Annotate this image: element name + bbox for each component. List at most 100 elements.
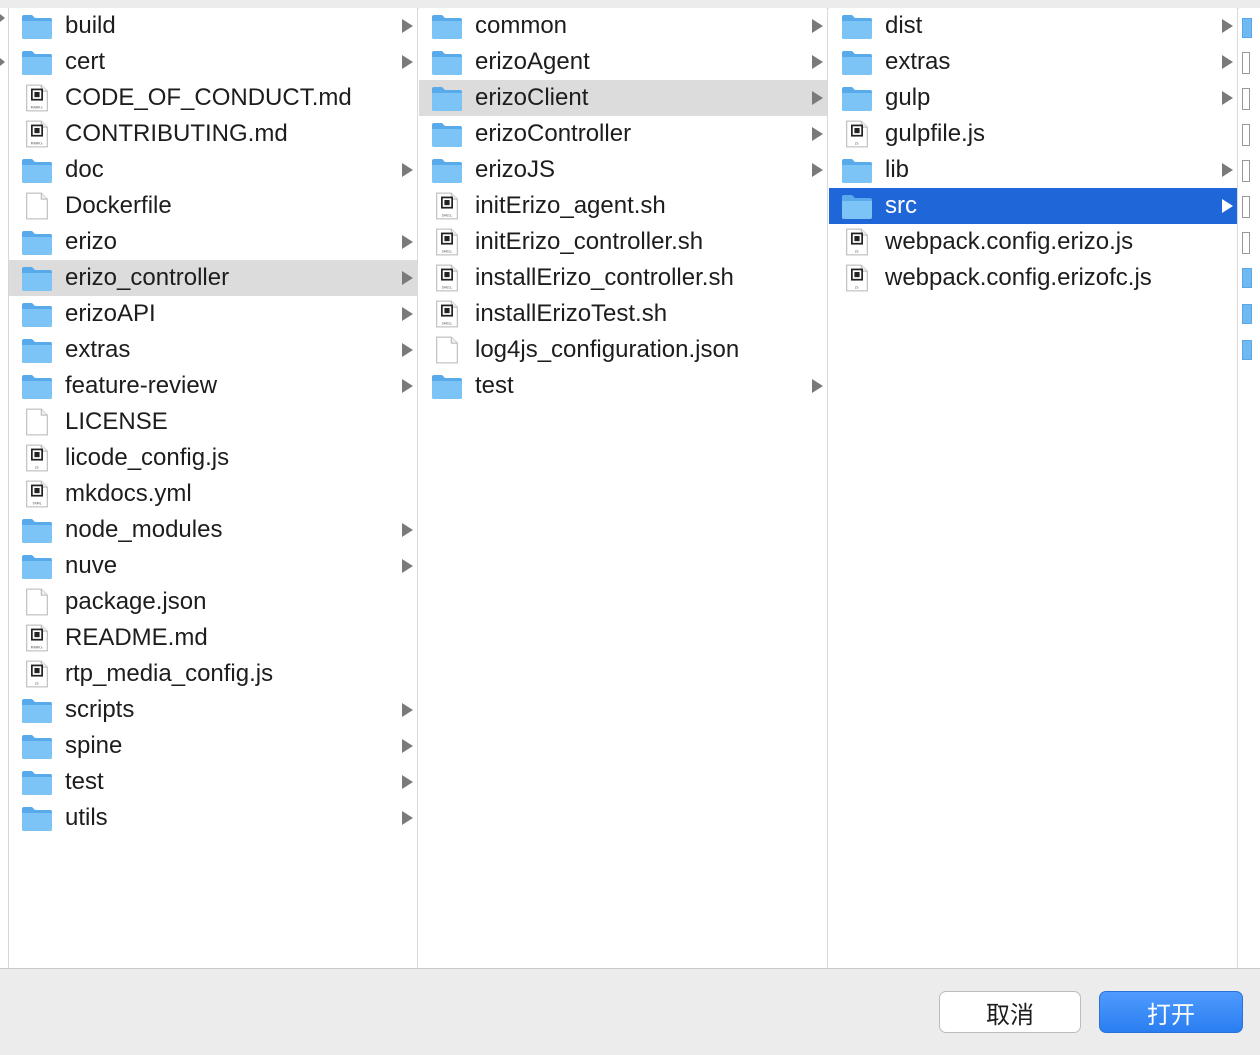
item-label: node_modules [65, 516, 223, 543]
folder-icon [1242, 268, 1252, 288]
file-row[interactable]: SHELL initErizo_controller.sh [419, 224, 827, 260]
js-file-icon: JS [845, 263, 877, 292]
folder-row[interactable]: feature-review [9, 368, 417, 404]
folder-icon [21, 516, 53, 544]
item-label: build [65, 12, 116, 39]
item-label: feature-review [65, 372, 218, 399]
svg-text:SHELL: SHELL [442, 285, 453, 289]
item-label: installErizoTest.sh [475, 300, 668, 327]
file-row[interactable]: JS rtp_media_config.js [9, 656, 417, 692]
blank-file-icon [25, 407, 57, 436]
folder-icon [21, 696, 53, 724]
chevron-right-icon [402, 811, 413, 825]
svg-text:JS: JS [34, 465, 38, 469]
item-label: installErizo_controller.sh [475, 264, 734, 291]
item-label: erizoController [475, 120, 632, 147]
column-1[interactable]: build cert MARK↓ CODE_OF_CONDUCT.md MARK↓ CON… [9, 8, 418, 968]
item-label: spine [65, 732, 123, 759]
item-label: erizoAPI [65, 300, 156, 327]
folder-row[interactable]: erizoController [419, 116, 827, 152]
shell-file-icon: SHELL [435, 227, 467, 256]
file-icon [1242, 196, 1250, 218]
column-3[interactable]: dist extras gulp JS gulpfile.js lib src JS webpa… [829, 8, 1238, 968]
column-partial-left[interactable] [0, 8, 9, 968]
item-label: extras [885, 48, 951, 75]
chevron-right-icon [402, 775, 413, 789]
folder-row[interactable]: nuve [9, 548, 417, 584]
column-2[interactable]: common erizoAgent erizoClient erizoControll… [419, 8, 828, 968]
svg-text:JS: JS [854, 141, 858, 145]
folder-row[interactable]: erizoAgent [419, 44, 827, 80]
file-row[interactable]: JS licode_config.js [9, 440, 417, 476]
folder-row[interactable]: node_modules [9, 512, 417, 548]
item-label: nuve [65, 552, 118, 579]
folder-row[interactable]: dist [829, 8, 1237, 44]
open-button[interactable]: 打开 [1099, 991, 1243, 1033]
folder-row[interactable]: gulp [829, 80, 1237, 116]
folder-row[interactable]: erizoJS [419, 152, 827, 188]
file-row[interactable]: YAML mkdocs.yml [9, 476, 417, 512]
file-row[interactable]: JS gulpfile.js [829, 116, 1237, 152]
file-row[interactable]: LICENSE [9, 404, 417, 440]
folder-row[interactable]: erizoClient [419, 80, 827, 116]
file-row[interactable]: SHELL initErizo_agent.sh [419, 188, 827, 224]
file-row[interactable]: package.json [9, 584, 417, 620]
file-row[interactable]: MARK↓ README.md [9, 620, 417, 656]
item-label: initErizo_controller.sh [475, 228, 704, 255]
markdown-file-icon: MARK↓ [25, 623, 57, 652]
item-label: erizo_controller [65, 264, 230, 291]
folder-row[interactable]: build [9, 8, 417, 44]
item-label: lib [885, 156, 910, 183]
chevron-right-icon [402, 523, 413, 537]
file-icon [1242, 124, 1250, 146]
file-row[interactable]: MARK↓ CONTRIBUTING.md [9, 116, 417, 152]
folder-row[interactable]: extras [9, 332, 417, 368]
folder-icon [21, 552, 53, 580]
folder-row[interactable]: scripts [9, 692, 417, 728]
file-row[interactable]: SHELL installErizoTest.sh [419, 296, 827, 332]
item-label: test [475, 372, 514, 399]
file-row[interactable]: log4js_configuration.json [419, 332, 827, 368]
folder-icon [841, 48, 873, 76]
file-row[interactable]: MARK↓ CODE_OF_CONDUCT.md [9, 80, 417, 116]
folder-row[interactable]: spine [9, 728, 417, 764]
folder-icon [21, 300, 53, 328]
folder-row[interactable]: erizo_controller [9, 260, 417, 296]
column-partial-right[interactable] [1239, 8, 1260, 968]
file-row[interactable]: JS webpack.config.erizofc.js [829, 260, 1237, 296]
folder-row[interactable]: test [419, 368, 827, 404]
file-row[interactable]: Dockerfile [9, 188, 417, 224]
folder-icon [21, 228, 53, 256]
file-row[interactable]: SHELL installErizo_controller.sh [419, 260, 827, 296]
folder-row[interactable]: erizoAPI [9, 296, 417, 332]
file-row[interactable]: JS webpack.config.erizo.js [829, 224, 1237, 260]
svg-text:MARK↓: MARK↓ [31, 645, 44, 649]
folder-icon [1242, 340, 1252, 360]
folder-icon [21, 732, 53, 760]
item-label: CONTRIBUTING.md [65, 120, 288, 147]
js-file-icon: JS [25, 443, 57, 472]
folder-row[interactable]: erizo [9, 224, 417, 260]
item-label: CODE_OF_CONDUCT.md [65, 84, 352, 111]
chevron-right-icon [402, 307, 413, 321]
folder-row[interactable]: common [419, 8, 827, 44]
item-label: erizoJS [475, 156, 556, 183]
svg-text:JS: JS [854, 285, 858, 289]
chevron-right-icon [402, 271, 413, 285]
cancel-button[interactable]: 取消 [939, 991, 1081, 1033]
chevron-right-icon [402, 235, 413, 249]
folder-row[interactable]: extras [829, 44, 1237, 80]
folder-row[interactable]: test [9, 764, 417, 800]
item-label: extras [65, 336, 131, 363]
chevron-right-icon [812, 19, 823, 33]
folder-row[interactable]: src [829, 188, 1237, 224]
folder-row[interactable]: doc [9, 152, 417, 188]
folder-row[interactable]: utils [9, 800, 417, 836]
folder-icon [431, 156, 463, 184]
folder-row[interactable]: cert [9, 44, 417, 80]
shell-file-icon: SHELL [435, 299, 467, 328]
folder-row[interactable]: lib [829, 152, 1237, 188]
item-label: test [65, 768, 104, 795]
chevron-right-icon [402, 559, 413, 573]
chevron-right-icon [402, 163, 413, 177]
